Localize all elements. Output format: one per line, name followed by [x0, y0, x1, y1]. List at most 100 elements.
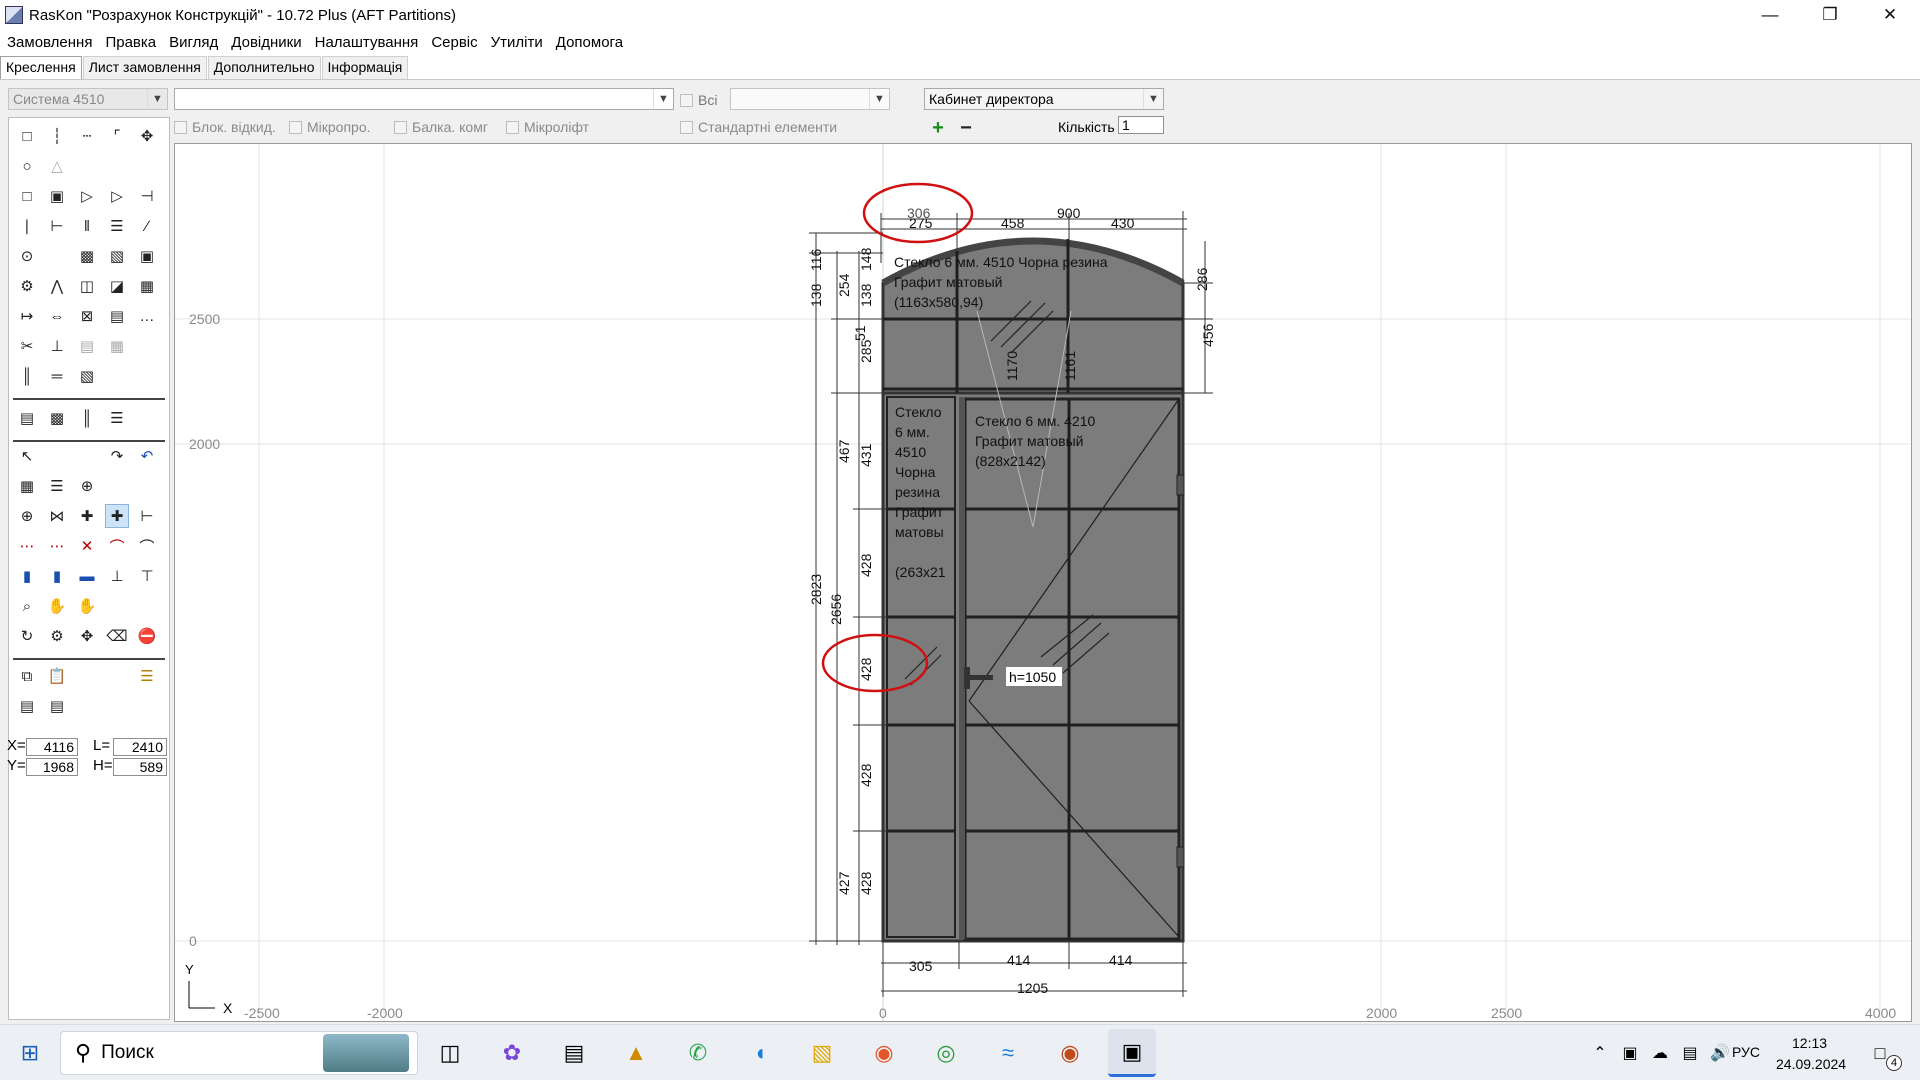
cross-icon[interactable]: ⊠	[75, 304, 99, 328]
arc-icon[interactable]: ⌒	[105, 534, 129, 558]
select-rows-icon[interactable]: ☰	[45, 474, 69, 498]
horizontal-lines-icon[interactable]: ═	[45, 364, 69, 388]
rectangle-dashed-icon[interactable]: □	[15, 124, 39, 148]
menu-vyglyad[interactable]: Вигляд	[162, 34, 224, 51]
task-view-icon[interactable]: ◫	[426, 1029, 474, 1077]
menu-nalashtuvannya[interactable]: Налаштування	[308, 34, 425, 51]
system-combo[interactable]: Система 4510 ▼	[8, 88, 168, 110]
align-a-icon[interactable]: ▮	[15, 564, 39, 588]
align-b-icon[interactable]: ▮	[45, 564, 69, 588]
paste-icon[interactable]: 📋	[45, 664, 69, 688]
move-frame-icon[interactable]: ✥	[135, 124, 159, 148]
drawing-canvas[interactable]: -2500 -2000 0 2000 2500 4000 2500 2000 0…	[174, 143, 1912, 1022]
key-icon[interactable]: ⚙	[15, 274, 39, 298]
tab-dopolnitelno[interactable]: Дополнительно	[207, 56, 321, 80]
grab-hand-icon[interactable]: ✋	[75, 594, 99, 618]
menu-pravka[interactable]: Правка	[98, 34, 162, 51]
all-checkbox[interactable]: Всі	[680, 92, 717, 108]
align-c-icon[interactable]: ▬	[75, 564, 99, 588]
zoom-icon[interactable]: ⌕	[15, 594, 39, 618]
fit-view-icon[interactable]: ✥	[75, 624, 99, 648]
menu-zamovlennya[interactable]: Замовлення	[0, 34, 98, 51]
circle-icon[interactable]: ○	[15, 154, 39, 178]
crosshair-icon[interactable]: ✚	[75, 504, 99, 528]
dimension-offset-icon[interactable]: ⊢	[135, 504, 159, 528]
split-icon[interactable]: ▤	[75, 334, 99, 358]
sash-tilt-icon[interactable]: ◪	[105, 274, 129, 298]
balka-checkbox[interactable]: Балка. комг	[394, 119, 488, 135]
tab-informatsiya[interactable]: Інформація	[321, 56, 409, 80]
fill-icon[interactable]: ▦	[135, 274, 159, 298]
stop-icon[interactable]: ⛔	[135, 624, 159, 648]
points-icon[interactable]: ⋯	[15, 534, 39, 558]
h-field[interactable]: 589	[113, 758, 167, 776]
filter-combo[interactable]: ▼	[730, 88, 890, 110]
mikrolift-checkbox[interactable]: Мікроліфт	[506, 119, 589, 135]
diagonal-line-icon[interactable]: ∕	[135, 214, 159, 238]
staircase-icon[interactable]: ⌜	[105, 124, 129, 148]
horizontal-impost-icon[interactable]: ⊢	[45, 214, 69, 238]
profile-c-icon[interactable]: ║	[75, 406, 99, 430]
join-icon[interactable]: ⊥	[45, 334, 69, 358]
zoom-region-icon[interactable]: ⊕	[75, 474, 99, 498]
align-d-icon[interactable]: ⊥	[105, 564, 129, 588]
blok-checkbox[interactable]: Блок. відкид.	[174, 119, 276, 135]
points-r-icon[interactable]: ⋯	[45, 534, 69, 558]
tray-time[interactable]: 12:13	[1792, 1035, 1827, 1051]
tray-language[interactable]: РУС	[1732, 1044, 1760, 1060]
edge-icon[interactable]: ◖	[736, 1029, 784, 1077]
calculator-icon[interactable]: ▤	[550, 1029, 598, 1077]
door-icon[interactable]: ▷	[105, 184, 129, 208]
profile-combo[interactable]: ▼	[174, 88, 674, 110]
menu-dopomoga[interactable]: Допомога	[549, 34, 629, 51]
partition-structure[interactable]	[881, 237, 1185, 943]
quantity-input[interactable]: 1	[1118, 116, 1164, 134]
vertical-lines-icon[interactable]: ║	[15, 364, 39, 388]
triangle-icon[interactable]: △	[45, 154, 69, 178]
arc-r-icon[interactable]: ⌒	[135, 534, 159, 558]
trash-icon[interactable]: ⌫	[105, 624, 129, 648]
whatsapp-icon[interactable]: ✆	[674, 1029, 722, 1077]
square-icon[interactable]: □	[15, 184, 39, 208]
coordinate-icon[interactable]: ⊕	[15, 504, 39, 528]
raskon-taskbar-icon[interactable]: ▣	[1108, 1029, 1156, 1077]
profile-a-icon[interactable]: ▤	[15, 406, 39, 430]
windows-start-icon[interactable]: ⊞	[6, 1029, 54, 1077]
app-bird-icon[interactable]: ▲	[612, 1029, 660, 1077]
firefox-icon[interactable]: ◉	[860, 1029, 908, 1077]
settings-gear-icon[interactable]: ⚙	[45, 624, 69, 648]
cut-icon[interactable]: ✂	[15, 334, 39, 358]
close-button[interactable]: ✕	[1860, 0, 1920, 30]
angle-icon[interactable]: ▷	[75, 184, 99, 208]
transform-icon[interactable]: ↷	[105, 444, 129, 468]
height-icon[interactable]: ⊤	[135, 564, 159, 588]
remove-icon[interactable]: −	[954, 116, 978, 140]
y-field[interactable]: 1968	[26, 758, 78, 776]
paste-list-icon[interactable]: ▤	[45, 694, 69, 718]
grid-icon[interactable]: ▦	[105, 334, 129, 358]
delete-points-icon[interactable]: ✕	[75, 534, 99, 558]
door-handle-lever[interactable]	[967, 675, 993, 680]
file-explorer-icon[interactable]: ▧	[798, 1029, 846, 1077]
split-join-icon[interactable]: ⋈	[45, 504, 69, 528]
restore-button[interactable]: ❐	[1800, 0, 1860, 30]
pan-hand-icon[interactable]: ✋	[45, 594, 69, 618]
horizontal-line-icon[interactable]: ┄	[75, 124, 99, 148]
glass-b-icon[interactable]: ▧	[105, 244, 129, 268]
wifi-app-icon[interactable]: ≈	[984, 1029, 1032, 1077]
vertical-impost-icon[interactable]: ∣	[15, 214, 39, 238]
select-window-icon[interactable]: ▦	[15, 474, 39, 498]
menu-servis[interactable]: Сервіс	[424, 34, 483, 51]
tray-date[interactable]: 24.09.2024	[1776, 1056, 1846, 1072]
profile-b-icon[interactable]: ▩	[45, 406, 69, 430]
taskbar-search[interactable]: ⚲ Поиск	[60, 1031, 418, 1075]
glass-a-icon[interactable]: ▩	[75, 244, 99, 268]
minimize-button[interactable]: —	[1740, 0, 1800, 30]
refresh-icon[interactable]: ↻	[15, 624, 39, 648]
sash-icon[interactable]: ▣	[45, 184, 69, 208]
handle-icon[interactable]: ⊣	[135, 184, 159, 208]
add-icon[interactable]: +	[926, 116, 950, 140]
glass-c-icon[interactable]: ▣	[135, 244, 159, 268]
profile-d-icon[interactable]: ☰	[105, 406, 129, 430]
vertical-line-icon[interactable]: ┆	[45, 124, 69, 148]
